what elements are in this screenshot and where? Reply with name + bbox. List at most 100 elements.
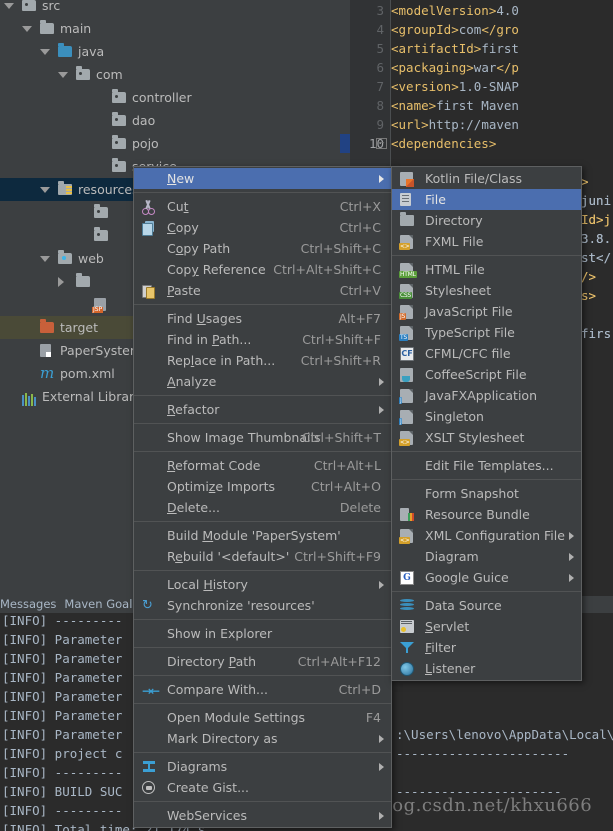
xml-tag-close: </p bbox=[496, 60, 519, 75]
context-menu-item-show-image-thumbnails[interactable]: Show Image Thumbnails Ctrl+Shift+T bbox=[134, 427, 391, 448]
console-log-line: [INFO] Parameter bbox=[2, 689, 123, 704]
context-menu-item-webservices[interactable]: WebServices bbox=[134, 805, 391, 826]
sync-icon: ↻ bbox=[142, 598, 153, 613]
menu-separator bbox=[134, 703, 391, 704]
new-submenu-item-typescript-file[interactable]: TS TypeScript File bbox=[392, 322, 581, 343]
context-menu-item-reformat-code[interactable]: Reformat Code Ctrl+Alt+L bbox=[134, 455, 391, 476]
context-menu-item-local-history[interactable]: Local History bbox=[134, 574, 391, 595]
context-menu-item-rebuild-default[interactable]: Rebuild '<default>' Ctrl+Shift+F9 bbox=[134, 546, 391, 567]
menu-item-label: Rebuild '<default>' bbox=[167, 549, 290, 564]
new-submenu-item-kotlin-file-class[interactable]: Kotlin File/Class bbox=[392, 168, 581, 189]
context-menu-item-show-in-explorer[interactable]: Show in Explorer bbox=[134, 623, 391, 644]
context-menu-item-find-in-path[interactable]: Find in Path... Ctrl+Shift+F bbox=[134, 329, 391, 350]
new-submenu-item-xslt-stylesheet[interactable]: <> XSLT Stylesheet bbox=[392, 427, 581, 448]
new-submenu-item-file[interactable]: File bbox=[392, 189, 581, 210]
context-menu-item-open-module-settings[interactable]: Open Module Settings F4 bbox=[134, 707, 391, 728]
console-log-line: [INFO] --------- bbox=[2, 613, 123, 628]
new-submenu-item-javafxapplication[interactable]: J JavaFXApplication bbox=[392, 385, 581, 406]
new-submenu-item-fxml-file[interactable]: <> FXML File bbox=[392, 231, 581, 252]
xml-tag: <dependencies> bbox=[391, 136, 497, 151]
menu-separator bbox=[392, 591, 581, 592]
context-menu-item-directory-path[interactable]: Directory Path Ctrl+Alt+F12 bbox=[134, 651, 391, 672]
new-submenu-item-javascript-file[interactable]: JS JavaScript File bbox=[392, 301, 581, 322]
context-menu-item-compare-with[interactable]: Compare With... Ctrl+D bbox=[134, 679, 391, 702]
chevron-down-icon[interactable] bbox=[4, 3, 14, 9]
new-submenu-item-diagram[interactable]: Diagram bbox=[392, 546, 581, 567]
code-fold-marker[interactable]: − bbox=[376, 138, 387, 149]
context-menu-item-copy-reference[interactable]: Copy Reference Ctrl+Alt+Shift+C bbox=[134, 259, 391, 280]
ft-css-icon: CSS bbox=[399, 284, 415, 299]
context-menu-item-analyze[interactable]: Analyze bbox=[134, 371, 391, 392]
menu-item-shortcut: Ctrl+D bbox=[338, 682, 381, 697]
console-log-line: [INFO] Parameter bbox=[2, 727, 123, 742]
tree-row[interactable]: java bbox=[0, 40, 340, 63]
new-submenu-item-html-file[interactable]: HTML HTML File bbox=[392, 259, 581, 280]
new-submenu-item-stylesheet[interactable]: CSS Stylesheet bbox=[392, 280, 581, 301]
context-menu-item-new[interactable]: New bbox=[134, 168, 391, 189]
ft-j-icon: J bbox=[399, 389, 415, 404]
new-submenu-item-directory[interactable]: Directory bbox=[392, 210, 581, 231]
code-line: <dependencies> bbox=[391, 134, 496, 153]
context-menu-item-mark-directory-as[interactable]: Mark Directory as bbox=[134, 728, 391, 749]
resbundle-icon bbox=[400, 508, 415, 522]
tree-row[interactable]: controller bbox=[0, 86, 340, 109]
menu-item-label: HTML File bbox=[425, 262, 485, 277]
menu-separator bbox=[134, 304, 391, 305]
new-submenu-item-coffeescript-file[interactable]: CoffeeScript File bbox=[392, 364, 581, 385]
new-submenu-item-filter[interactable]: Filter bbox=[392, 637, 581, 658]
context-menu-item-refactor[interactable]: Refactor bbox=[134, 399, 391, 420]
new-submenu[interactable]: Kotlin File/Class File Directory <> FXML Fil… bbox=[391, 166, 582, 681]
code-fragment: st</ bbox=[581, 250, 612, 265]
context-menu-item-replace-in-path[interactable]: Replace in Path... Ctrl+Shift+R bbox=[134, 350, 391, 371]
chevron-down-icon[interactable] bbox=[22, 26, 32, 32]
file-module-icon bbox=[40, 344, 54, 357]
new-submenu-item-servlet[interactable]: Servlet bbox=[392, 616, 581, 637]
chevron-down-icon[interactable] bbox=[58, 72, 68, 78]
context-menu-item-build-module-papersystem[interactable]: Build Module 'PaperSystem' bbox=[134, 525, 391, 546]
context-menu-item-optimize-imports[interactable]: Optimize Imports Ctrl+Alt+O bbox=[134, 476, 391, 497]
context-menu-item-find-usages[interactable]: Find Usages Alt+F7 bbox=[134, 308, 391, 329]
chevron-down-icon[interactable] bbox=[40, 49, 50, 55]
menu-item-shortcut: F4 bbox=[365, 710, 381, 725]
tree-row[interactable]: src bbox=[0, 0, 340, 17]
maven-m-icon: m bbox=[40, 364, 55, 382]
chevron-right-icon[interactable] bbox=[58, 277, 64, 287]
console-log-fragment: ---------------------- bbox=[396, 784, 562, 799]
new-submenu-item-data-source[interactable]: Data Source bbox=[392, 595, 581, 616]
context-menu-item-paste[interactable]: Paste Ctrl+V bbox=[134, 280, 391, 301]
tree-row-label: controller bbox=[132, 90, 192, 105]
context-menu-item-synchronize-resources[interactable]: ↻ Synchronize 'resources' bbox=[134, 595, 391, 616]
console-tab-0[interactable]: Messages bbox=[0, 597, 64, 611]
menu-separator bbox=[392, 479, 581, 480]
console-tab-1[interactable]: Maven Goal bbox=[64, 597, 140, 611]
context-menu-item-copy-path[interactable]: Copy Path Ctrl+Shift+C bbox=[134, 238, 391, 259]
new-submenu-item-cfml-cfc-file[interactable]: CF CFML/CFC file bbox=[392, 343, 581, 364]
tree-row-label: com bbox=[96, 67, 123, 82]
chevron-down-icon[interactable] bbox=[40, 256, 50, 262]
context-menu-item-copy[interactable]: Copy Ctrl+C bbox=[134, 217, 391, 238]
tree-row[interactable]: pojo bbox=[0, 132, 340, 155]
menu-item-shortcut: Alt+F7 bbox=[338, 311, 381, 326]
chevron-down-icon[interactable] bbox=[40, 187, 50, 193]
tree-row[interactable]: com bbox=[0, 63, 340, 86]
new-submenu-item-google-guice[interactable]: G Google Guice bbox=[392, 567, 581, 588]
menu-item-label: Synchronize 'resources' bbox=[167, 598, 315, 613]
folder-grey-dot-icon bbox=[112, 112, 126, 127]
context-menu-item-diagrams[interactable]: Diagrams bbox=[134, 756, 391, 777]
new-submenu-item-singleton[interactable]: J Singleton bbox=[392, 406, 581, 427]
menu-item-shortcut: Ctrl+Shift+R bbox=[300, 353, 381, 368]
new-submenu-item-resource-bundle[interactable]: Resource Bundle bbox=[392, 504, 581, 525]
new-submenu-item-listener[interactable]: Listener bbox=[392, 658, 581, 679]
new-submenu-item-xml-configuration-file[interactable]: <> XML Configuration File bbox=[392, 525, 581, 546]
context-menu-item-create-gist[interactable]: Create Gist... bbox=[134, 777, 391, 798]
context-menu-item-cut[interactable]: Cut Ctrl+X bbox=[134, 196, 391, 217]
new-submenu-item-edit-file-templates[interactable]: Edit File Templates... bbox=[392, 455, 581, 476]
menu-item-label: Directory bbox=[425, 213, 483, 228]
menu-item-label: TypeScript File bbox=[425, 325, 515, 340]
code-fragment: > bbox=[581, 174, 589, 189]
new-submenu-item-form-snapshot[interactable]: Form Snapshot bbox=[392, 483, 581, 504]
context-menu-item-delete[interactable]: Delete... Delete bbox=[134, 497, 391, 518]
project-context-menu[interactable]: New Cut Ctrl+X Copy Ctrl+C Copy Path Ctrl+Shif… bbox=[133, 166, 392, 828]
tree-row[interactable]: main bbox=[0, 17, 340, 40]
tree-row[interactable]: dao bbox=[0, 109, 340, 132]
